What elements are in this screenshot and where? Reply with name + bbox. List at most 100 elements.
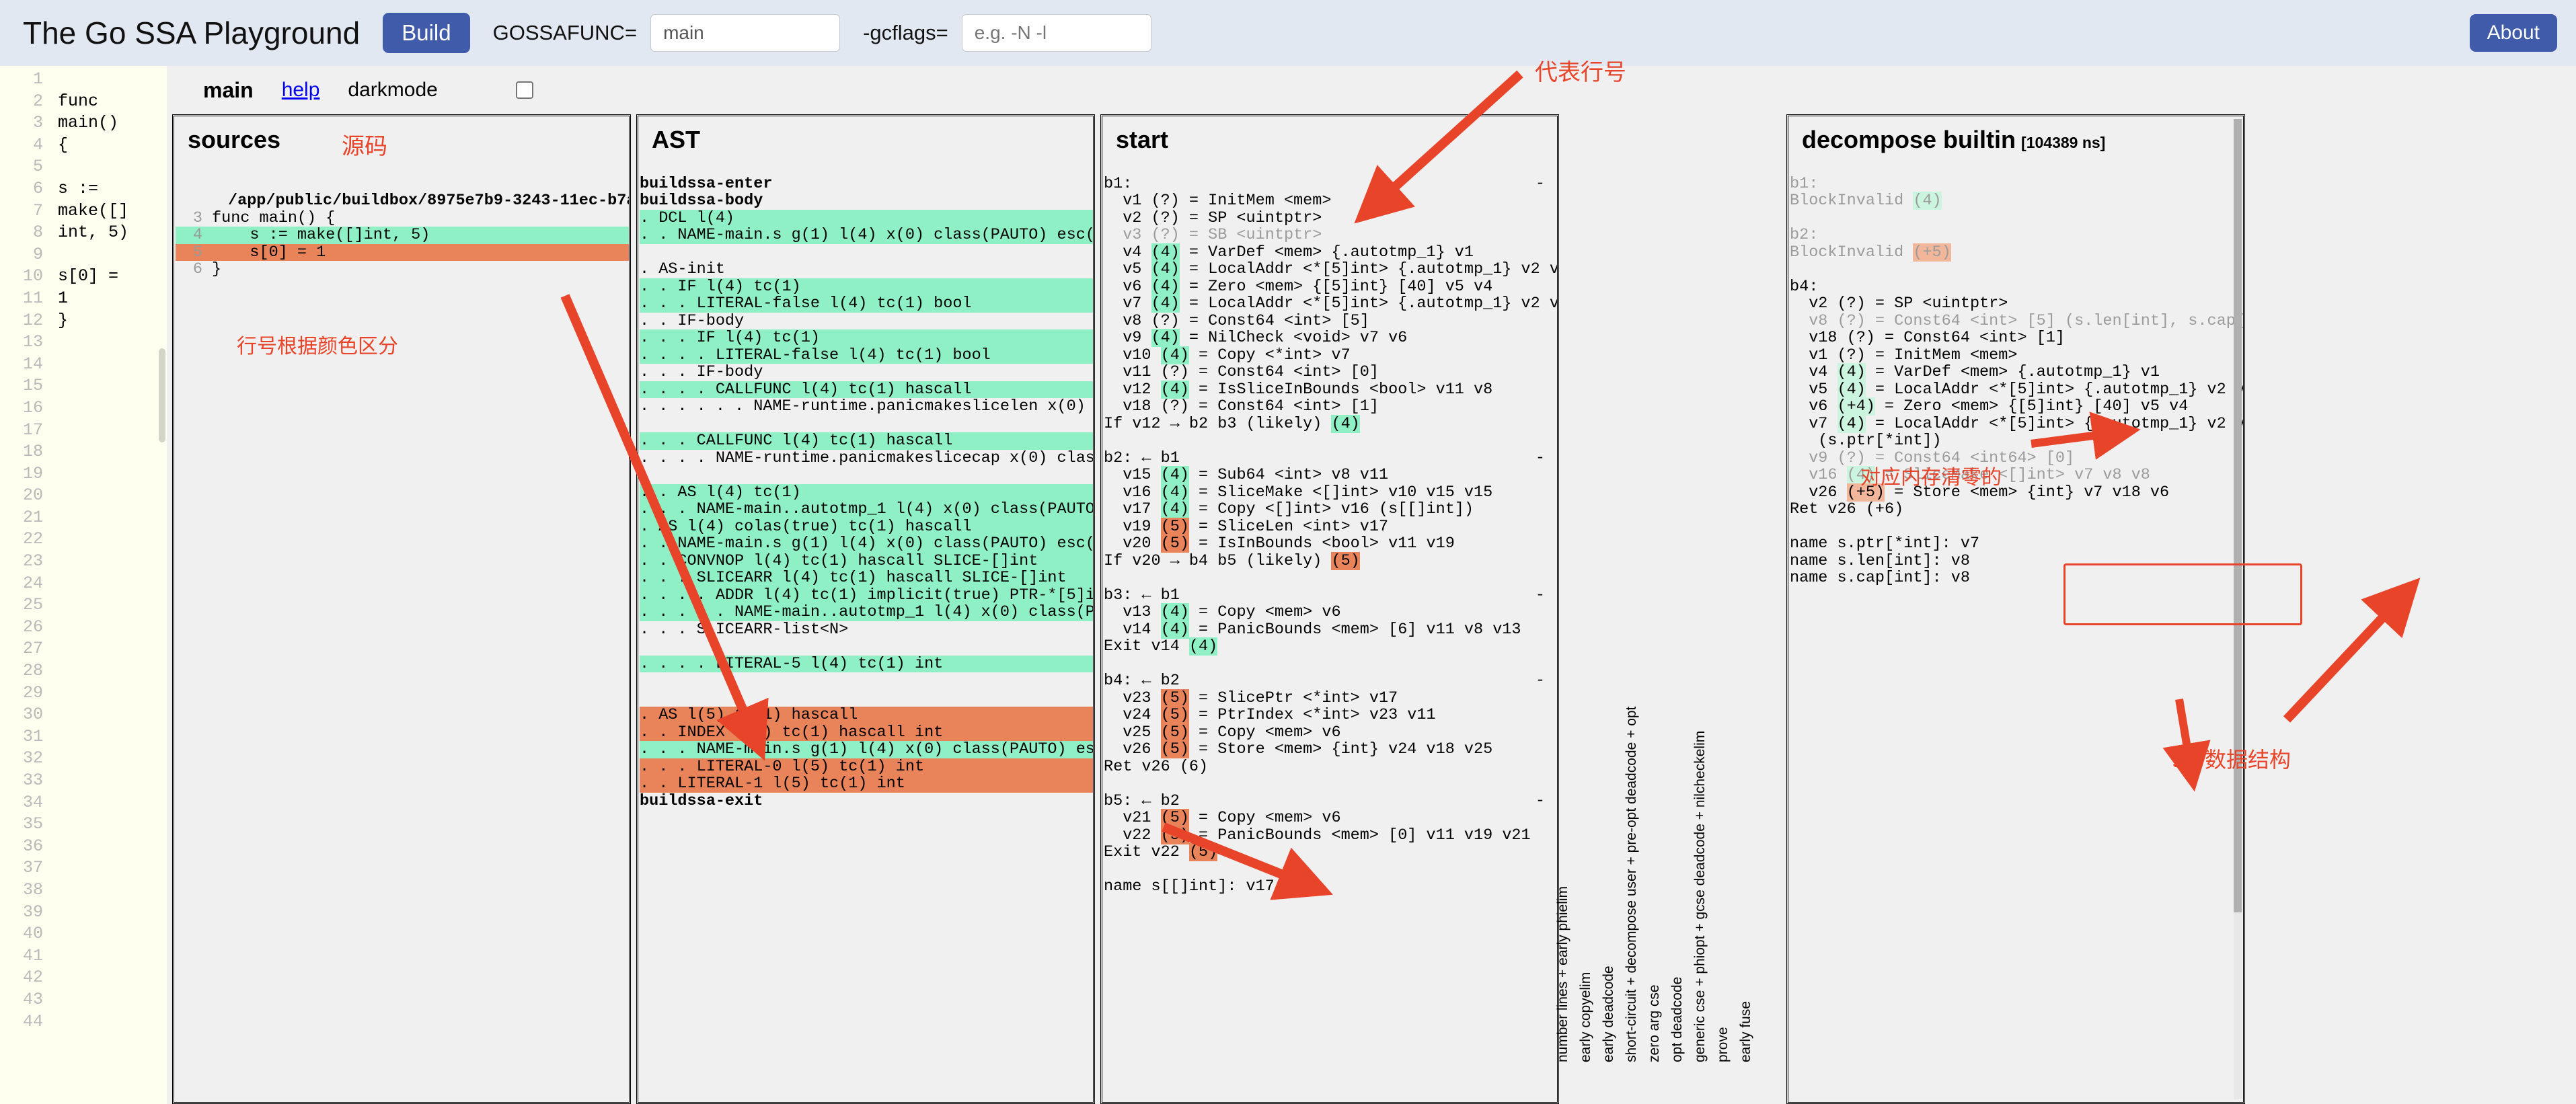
editor-line-number: 20 [22,485,43,506]
ssa-line-tag: (5) [1160,826,1189,844]
ssa-line-tag: (4) [1151,294,1180,313]
ssa-line: v1 (?) = InitMem <mem> [1790,346,2018,364]
panel-ast[interactable]: AST buildssa-enter buildssa-body. DCL l(4… [636,114,1095,1104]
ssa-line-tag: (4) [1837,414,1866,433]
ssa-line: b1: [1790,174,1819,193]
editor-line-number: 22 [22,529,43,549]
editor-line-number: 12 [22,310,43,330]
panel-ast-body: buildssa-enter buildssa-body. DCL l(4). .… [638,158,1093,1102]
darkmode-checkbox[interactable] [515,81,533,99]
editor-line-number: 24 [22,573,43,593]
panel-final-title: decompose builtin [104389 ns] [1788,126,2243,158]
help-link[interactable]: help [282,79,320,102]
pass-label[interactable]: prove [1715,1027,1731,1062]
editor-line-number: 18 [22,442,43,462]
editor-line-number: 44 [22,1011,43,1031]
ssa-line-tag: (4) [1151,243,1180,262]
ssa-line: name s.ptr[*int]: v7 [1790,535,1980,553]
pass-label[interactable]: generic cse + phiopt + gcse deadcode + n… [1692,731,1708,1062]
editor-code[interactable]: func main(){ s := make([] int, 5) s[0] = 1} [51,66,128,1104]
block-collapse-toggle[interactable]: - [1536,672,1557,690]
pass-label[interactable]: short-circuit + decompose user + pre-opt… [1624,707,1640,1062]
pass-label[interactable]: opt deadcode [1669,977,1685,1062]
ssa-line: v20 (5) = IsInBounds <bool> v11 v19 [1104,535,1455,553]
annotation-source: 源码 [342,134,387,159]
editor-line-number: 9 [32,244,43,264]
pass-label[interactable]: zero arg cse [1646,984,1663,1062]
gcflags-input[interactable] [961,14,1151,52]
ast-line [640,672,1093,690]
pass-label[interactable]: number lines + early phielim [1555,886,1571,1062]
ssa-line [1104,432,1557,450]
build-button[interactable]: Build [383,13,470,53]
source-editor[interactable]: 1 2 3 4 5 6 7 8 9 10 11 12 13 14 15 16 17 18 19 20 21 22 23 24 2… [0,66,167,1104]
ast-line: buildssa-body [640,192,763,210]
ast-line: . . . . ADDR l(4) tc(1) implicit(true) P… [640,586,1093,604]
editor-line-number: 3 [32,113,43,133]
editor-line-number: 36 [22,836,43,856]
ssa-line: v25 (5) = Copy <mem> v6 [1104,723,1341,742]
ast-line: . . . SLICEARR-list<N> [640,620,849,639]
ssa-line [1790,261,2243,278]
source-line-text: s := make([]int, 5) [212,226,430,244]
gcflags-label: -gcflags= [863,21,948,44]
ssa-line-tag: (5) [1331,551,1360,570]
editor-line: 1 [58,288,69,308]
ast-line: . . . IF-body [640,363,763,381]
ssa-line: v23 (5) = SlicePtr <*int> v17 [1104,688,1398,707]
editor-line-number: 41 [22,945,43,965]
ssa-line: (s.ptr[*int]) [1790,432,1942,450]
ssa-line: v22 (5) = PanicBounds <mem> [0] v11 v19 … [1104,826,1531,844]
block-collapse-toggle[interactable]: - [1536,586,1557,604]
editor-line-number: 39 [22,902,43,922]
annotation-name-box [2063,563,2302,625]
source-line-number: 6 [192,260,202,278]
editor-line-number: 37 [22,858,43,878]
ssa-line: v18 (?) = Const64 <int> [1] [1104,397,1379,416]
panel-final-duration: [104389 ns] [2021,134,2106,151]
ssa-line-tag: (4) [1331,414,1360,433]
about-button[interactable]: About [2469,14,2557,52]
editor-line-number: 6 [32,178,43,198]
ast-line: . . CONVNOP l(4) tc(1) hascall SLICE-[]i… [640,552,1093,569]
pass-label[interactable]: early fuse [1738,1001,1754,1062]
pass-label[interactable]: early deadcode [1601,965,1617,1062]
pass-label[interactable]: early copyelim [1578,972,1594,1062]
editor-line-number: 8 [32,223,43,243]
editor-line-number: 43 [22,989,43,1009]
block-collapse-toggle[interactable]: - [1536,449,1557,467]
ssa-line-tag: (5) [1188,843,1218,861]
ast-line [640,244,1093,262]
ssa-line: v16 (4) = SliceMake <[]int> v7 v8 v8 [1790,466,2150,484]
block-collapse-toggle[interactable]: - [1536,792,1557,810]
editor-scrollbar-thumb[interactable] [159,348,165,442]
pass-labels-column: number lines + early phielim early copyel… [1555,114,1781,1104]
editor-line: func [58,91,99,111]
gossafunc-input[interactable] [650,14,841,52]
source-line: 3 func main() { [176,209,629,227]
editor-line: int, 5) [58,223,129,243]
editor-line-number: 40 [22,924,43,944]
ssa-line-tag: (4) [1837,380,1866,399]
panel-start[interactable]: start b1: - v1 (?) = InitMem <mem> v2 (?)… [1100,114,1559,1104]
ssa-line: v11 (?) = Const64 <int> [0] [1104,363,1379,381]
ssa-line [1104,775,1557,793]
block-collapse-toggle[interactable]: - [1536,175,1557,193]
ssa-line-tag: (4) [1151,329,1180,347]
page-title: The Go SSA Playground [23,15,361,50]
current-func-label: main [203,77,254,102]
ast-line: . . . LITERAL-0 l(5) tc(1) int [640,758,1093,775]
panel-sources[interactable]: sources /app/public/buildbox/8975e7b9-32… [172,114,631,1104]
editor-line-number: 33 [22,771,43,790]
